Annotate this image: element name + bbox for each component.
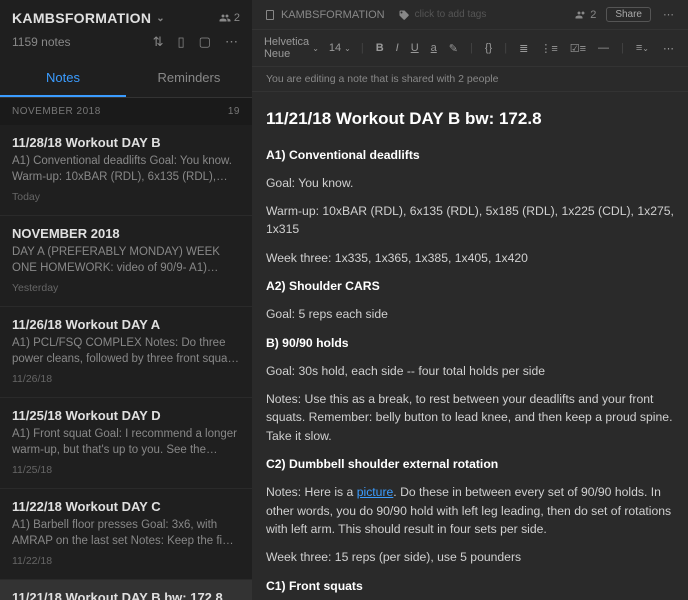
body-text[interactable]: Goal: 5 reps each side — [266, 305, 674, 323]
note-snippet: A1) Barbell floor presses Goal: 3x6, wit… — [12, 518, 240, 549]
align-button[interactable]: ≡⌄ — [634, 40, 651, 56]
body-text[interactable]: Week three: 15 reps (per side), use 5 po… — [266, 548, 674, 566]
note-snippet: A1) PCL/FSQ COMPLEX Notes: Do three powe… — [12, 336, 240, 367]
note-title: 11/25/18 Workout DAY D — [12, 408, 240, 423]
note-list[interactable]: 11/28/18 Workout DAY B A1) Conventional … — [0, 125, 252, 600]
editor-toolbar: Helvetica Neue ⌄ 14 ⌄ | B I U a ✎ | {} |… — [252, 30, 688, 67]
note-item[interactable]: NOVEMBER 2018 DAY A (PREFERABLY MONDAY) … — [0, 216, 252, 307]
section-month: NOVEMBER 2018 — [12, 106, 101, 117]
overflow-button[interactable]: ⋯ — [661, 40, 676, 57]
tab-notes[interactable]: Notes — [0, 60, 126, 97]
note-snippet: A1) Front squat Goal: I recommend a long… — [12, 427, 240, 458]
note-title: 11/21/18 Workout DAY B bw: 172.8 — [12, 590, 240, 600]
note-item[interactable]: 11/26/18 Workout DAY A A1) PCL/FSQ COMPL… — [0, 307, 252, 398]
share-count: 2 — [234, 12, 240, 24]
editor-share-info[interactable]: 2 — [575, 9, 596, 21]
people-icon — [575, 9, 587, 21]
notebook-title-button[interactable]: KAMBSFORMATION ⌄ — [12, 10, 165, 26]
note-snippet: A1) Conventional deadlifts Goal: You kno… — [12, 154, 240, 185]
body-text[interactable]: Warm-up: 10xBAR (RDL), 6x135 (RDL), 5x18… — [266, 202, 674, 239]
breadcrumb-notebook[interactable]: KAMBSFORMATION — [281, 9, 385, 21]
notes-sidebar: KAMBSFORMATION ⌄ 2 1159 notes ⇅ ▯ ▢ ⋯ No… — [0, 0, 252, 600]
note-title: 11/28/18 Workout DAY B — [12, 135, 240, 150]
code-block-button[interactable]: {} — [483, 40, 494, 56]
note-title: NOVEMBER 2018 — [12, 226, 240, 241]
note-count: 1159 notes — [12, 35, 71, 49]
filter-icon[interactable]: ▢ — [197, 32, 213, 52]
font-family-select[interactable]: Helvetica Neue ⌄ — [264, 36, 319, 60]
body-text[interactable]: Notes: Here is a picture. Do these in be… — [266, 483, 674, 538]
note-date: 11/22/18 — [12, 555, 240, 567]
editor-top-bar: KAMBSFORMATION click to add tags 2 Share… — [252, 0, 688, 30]
note-title: 11/26/18 Workout DAY A — [12, 317, 240, 332]
body-heading[interactable]: B) 90/90 holds — [266, 334, 674, 352]
highlight-button[interactable]: ✎ — [447, 40, 460, 57]
note-date: 11/26/18 — [12, 373, 240, 385]
sidebar-header: KAMBSFORMATION ⌄ 2 — [0, 0, 252, 32]
chevron-down-icon: ⌄ — [312, 44, 319, 53]
note-item[interactable]: 11/28/18 Workout DAY B A1) Conventional … — [0, 125, 252, 216]
underline-button[interactable]: U — [409, 40, 421, 56]
chevron-down-icon: ⌄ — [156, 13, 165, 24]
notebook-icon — [264, 9, 276, 21]
picture-link[interactable]: picture — [357, 485, 394, 499]
chevron-down-icon: ⌄ — [344, 44, 351, 53]
sidebar-tabs: Notes Reminders — [0, 60, 252, 98]
people-icon — [219, 12, 231, 24]
notebook-share-info[interactable]: 2 — [219, 12, 240, 24]
body-heading[interactable]: A1) Conventional deadlifts — [266, 146, 674, 164]
section-count: 19 — [228, 106, 240, 117]
body-text[interactable]: Goal: 30s hold, each side -- four total … — [266, 362, 674, 380]
body-heading[interactable]: C1) Front squats — [266, 577, 674, 595]
notebook-title: KAMBSFORMATION — [12, 10, 151, 26]
tag-icon — [398, 9, 410, 21]
note-item[interactable]: 11/22/18 Workout DAY C A1) Barbell floor… — [0, 489, 252, 580]
bold-button[interactable]: B — [374, 40, 386, 56]
note-item[interactable]: 11/25/18 Workout DAY D A1) Front squat G… — [0, 398, 252, 489]
body-heading[interactable]: A2) Shoulder CARS — [266, 277, 674, 295]
tab-reminders[interactable]: Reminders — [126, 60, 252, 97]
note-date: 11/25/18 — [12, 464, 240, 476]
body-text[interactable]: Week three: 1x335, 1x365, 1x385, 1x405, … — [266, 249, 674, 267]
body-heading[interactable]: C2) Dumbbell shoulder external rotation — [266, 455, 674, 473]
note-date: Today — [12, 191, 240, 203]
body-text[interactable]: Goal: You know. — [266, 174, 674, 192]
editor-pane: KAMBSFORMATION click to add tags 2 Share… — [252, 0, 688, 600]
checklist-button[interactable]: ☑≡ — [568, 40, 588, 57]
more-icon[interactable]: ⋯ — [223, 32, 240, 52]
number-list-button[interactable]: ⋮≡ — [538, 40, 559, 57]
font-size-select[interactable]: 14 ⌄ — [329, 42, 351, 54]
note-title: 11/22/18 Workout DAY C — [12, 499, 240, 514]
sort-icon[interactable]: ⇅ — [151, 32, 166, 52]
bullet-list-button[interactable]: ≣ — [517, 40, 530, 57]
share-button[interactable]: Share — [606, 7, 651, 22]
text-color-button[interactable]: a — [429, 40, 439, 56]
italic-button[interactable]: I — [394, 40, 401, 56]
editor-body[interactable]: 11/21/18 Workout DAY B bw: 172.8 A1) Con… — [252, 92, 688, 600]
month-section-header: NOVEMBER 2018 19 — [0, 98, 252, 125]
note-item[interactable]: 11/21/18 Workout DAY B bw: 172.8 A1) Con… — [0, 580, 252, 600]
body-text[interactable]: Notes: Use this as a break, to rest betw… — [266, 390, 674, 445]
note-count-row: 1159 notes ⇅ ▯ ▢ ⋯ — [0, 32, 252, 60]
card-view-icon[interactable]: ▯ — [175, 32, 186, 52]
hr-button[interactable]: — — [596, 40, 611, 56]
note-date: Yesterday — [12, 282, 240, 294]
more-icon[interactable]: ⋯ — [661, 6, 676, 23]
add-tags[interactable]: click to add tags — [415, 9, 487, 20]
note-snippet: DAY A (PREFERABLY MONDAY) WEEK ONE HOMEW… — [12, 245, 240, 276]
shared-notice: You are editing a note that is shared wi… — [252, 67, 688, 92]
note-title-editable[interactable]: 11/21/18 Workout DAY B bw: 172.8 — [266, 106, 674, 132]
